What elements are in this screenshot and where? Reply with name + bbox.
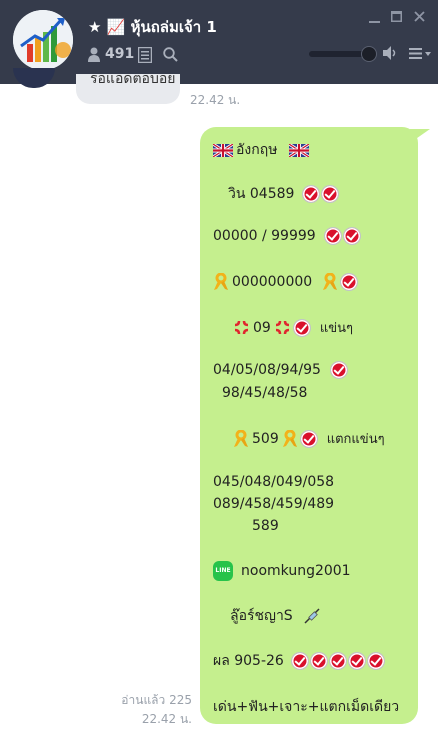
msg-text-8b: แตกแข่นๆ — [326, 432, 385, 447]
msg-text-8a: 509 — [252, 430, 279, 447]
msg-line-11: 589 — [252, 518, 279, 534]
msg-line-7: 98/45/48/58 — [222, 385, 307, 401]
anger-icon — [234, 320, 249, 335]
check-mark-icon — [343, 228, 360, 244]
volume-knob[interactable] — [361, 46, 377, 62]
msg-line-9: 045/048/049/058 — [213, 474, 334, 490]
check-mark-icon — [322, 186, 339, 202]
check-mark-icon — [291, 653, 308, 669]
member-count-label: 491 — [105, 46, 135, 62]
check-mark-icon — [324, 228, 341, 244]
msg-line-14: ผล 905-26 — [213, 650, 384, 672]
chat-area[interactable]: รอแอดตอบอย 22.42 น. อังกฤษ วิน 04589 000… — [0, 68, 438, 743]
msg-text-5b: แข่นๆ — [319, 321, 353, 336]
msg-text-10: 089/458/459/489 — [213, 496, 335, 512]
anger-icon — [275, 320, 289, 335]
msg-text-9: 045/048/049/058 — [213, 474, 335, 490]
ribbon-icon — [214, 273, 228, 290]
chat-header: ★ 📈 หุ้นถล่มเจ้า 1 491 — [0, 0, 438, 84]
msg-text-2: วิน 04589 — [228, 186, 295, 202]
msg-text-15: เด่น+ฟัน+เจาะ+แตกเม็ดเดียว — [213, 699, 400, 715]
msg-line-5: 09 แข่นๆ — [233, 317, 353, 338]
check-mark-icon — [310, 653, 327, 669]
msg-line-13: ลู๊อร์ชญาS — [230, 605, 321, 627]
menu-icon[interactable] — [409, 48, 431, 59]
check-mark-icon — [303, 186, 320, 202]
ribbon-icon — [323, 273, 338, 290]
msg-text-6: 04/05/08/94/95 — [213, 362, 321, 378]
msg-line-8: 509 แตกแข่นๆ — [233, 428, 385, 449]
search-icon[interactable] — [163, 47, 178, 62]
msg-line-6: 04/05/08/94/95 — [213, 362, 347, 378]
check-mark-icon — [330, 362, 347, 378]
ribbon-icon — [282, 429, 297, 447]
close-icon[interactable] — [414, 11, 425, 22]
notes-icon[interactable] — [138, 47, 152, 63]
msg-line-12: LINE noomkung2001 — [213, 561, 351, 581]
msg-text-4: 000000000 — [232, 274, 313, 290]
check-mark-icon — [300, 430, 317, 447]
previous-message-bubble[interactable]: รอแอดตอบอย — [76, 74, 180, 104]
msg-text-11: 589 — [252, 518, 279, 534]
msg-text-14: ผล 905-26 — [213, 653, 284, 669]
message-time: 22.42 น. — [141, 712, 192, 726]
msg-line-1: อังกฤษ — [213, 139, 310, 161]
check-mark-icon — [329, 653, 346, 669]
message-bubble[interactable]: อังกฤษ วิน 04589 00000 / 99999 000000000 — [200, 127, 418, 724]
minimize-icon[interactable] — [369, 13, 380, 24]
msg-text-13: ลู๊อร์ชญาS — [230, 608, 293, 624]
msg-text-3: 00000 / 99999 — [213, 228, 316, 244]
group-title: ★ 📈 หุ้นถล่มเจ้า 1 — [88, 18, 217, 36]
sender-avatar[interactable] — [13, 68, 55, 88]
member-count[interactable]: 491 — [88, 46, 134, 62]
msg-line-3: 00000 / 99999 — [213, 228, 360, 244]
msg-line-15: เด่น+ฟัน+เจาะ+แตกเม็ดเดียว — [213, 696, 399, 718]
speaker-icon[interactable] — [383, 46, 398, 60]
uk-flag-icon — [213, 143, 233, 157]
check-mark-icon — [293, 319, 310, 336]
msg-line-4: 000000000 — [213, 273, 358, 291]
members-icon — [88, 47, 100, 62]
uk-flag-icon — [289, 143, 310, 157]
msg-text-7: 98/45/48/58 — [222, 385, 308, 401]
volume-slider[interactable] — [309, 46, 377, 62]
msg-text-12: noomkung2001 — [241, 563, 351, 579]
check-mark-icon — [367, 653, 384, 669]
ribbon-icon — [234, 429, 248, 447]
previous-message-text: รอแอดตอบอย — [90, 74, 176, 87]
check-mark-icon — [341, 274, 358, 290]
msg-text-1: อังกฤษ — [236, 142, 278, 158]
syringe-icon — [304, 608, 320, 624]
line-app-icon: LINE — [213, 561, 233, 581]
check-mark-icon — [348, 653, 365, 669]
read-count: อ่านแล้ว 225 — [121, 693, 192, 707]
previous-message-time: 22.42 น. — [190, 93, 241, 107]
msg-line-10: 089/458/459/489 — [213, 496, 334, 512]
msg-line-2: วิน 04589 — [228, 183, 339, 205]
group-avatar[interactable] — [13, 10, 73, 70]
msg-text-5a: 09 — [253, 319, 271, 336]
maximize-icon[interactable] — [391, 11, 402, 22]
